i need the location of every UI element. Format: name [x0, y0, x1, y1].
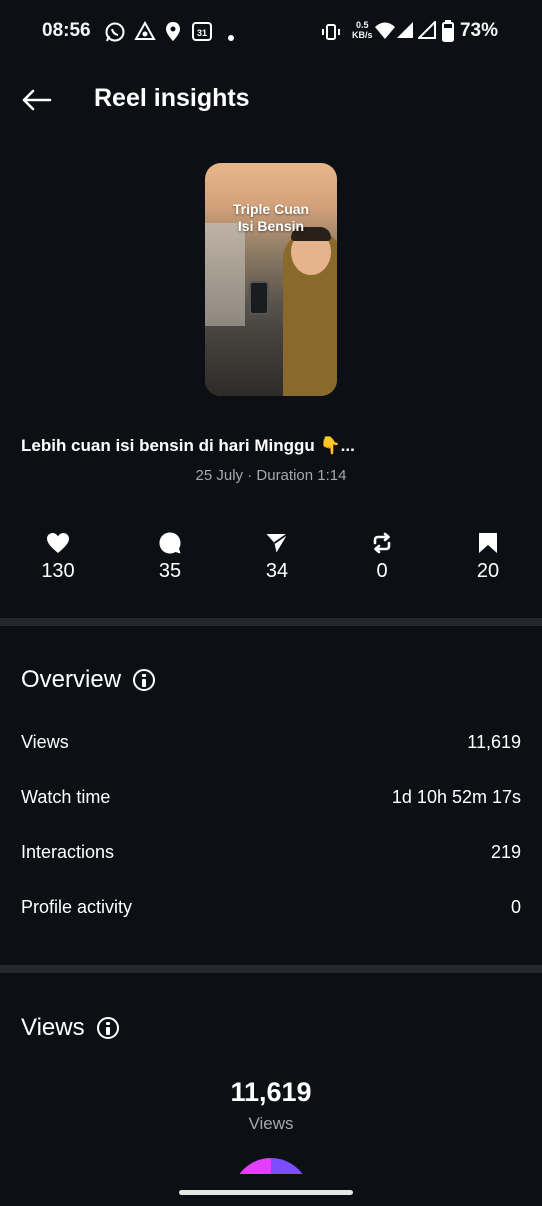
- status-time: 08:56: [42, 20, 91, 41]
- thumbnail-phone: [249, 281, 269, 315]
- stat-saves: 20: [448, 530, 528, 583]
- network-speed: 0.5 KB/s: [352, 20, 373, 40]
- overview-row-watch-time[interactable]: Watch time 1d 10h 52m 17s: [21, 787, 521, 808]
- whatsapp-icon: [104, 21, 126, 48]
- signal-icon-2: [416, 19, 436, 44]
- section-divider: [0, 965, 542, 973]
- views-label: Views: [248, 1114, 294, 1133]
- battery-percent: 73%: [459, 20, 498, 41]
- heart-icon: [47, 533, 69, 553]
- bookmark-icon: [479, 533, 497, 553]
- overview-heading: Overview: [21, 666, 156, 694]
- location-icon: [164, 21, 182, 48]
- stat-comments: 35: [130, 530, 210, 583]
- stat-reposts: 0: [342, 530, 422, 583]
- arrow-left-icon: [22, 89, 52, 111]
- vibrate-icon: [320, 21, 342, 48]
- overview-row-views[interactable]: Views 11,619: [21, 732, 521, 753]
- reel-meta: 25 July · Duration 1:14: [195, 467, 347, 484]
- page-title: Reel insights: [94, 84, 250, 112]
- views-heading: Views: [21, 1014, 119, 1042]
- app-header: Reel insights: [0, 62, 542, 138]
- wifi-icon: [374, 21, 396, 46]
- reel-thumbnail[interactable]: Triple Cuan Isi Bensin: [205, 163, 337, 396]
- stat-likes: 130: [18, 530, 98, 583]
- overview-row-profile-activity[interactable]: Profile activity 0: [21, 897, 521, 918]
- status-bar: 08:56 31 0.5 KB/s 73%: [0, 0, 542, 62]
- comment-icon: [159, 532, 181, 554]
- share-icon: [266, 533, 289, 553]
- section-divider: [0, 618, 542, 626]
- overview-row-interactions[interactable]: Interactions 219: [21, 842, 521, 863]
- back-button[interactable]: [16, 82, 56, 118]
- signal-icon: [396, 21, 414, 44]
- views-total: 11,619: [230, 1077, 312, 1107]
- views-donut-chart: [232, 1158, 310, 1174]
- reel-caption: Lebih cuan isi bensin di hari Minggu 👇..…: [21, 436, 355, 455]
- notification-dot-icon: [228, 28, 234, 46]
- thumbnail-text: Triple Cuan Isi Bensin: [232, 201, 310, 234]
- svg-text:31: 31: [197, 28, 207, 38]
- info-icon[interactable]: [96, 1017, 119, 1039]
- calendar-icon: 31: [191, 20, 213, 47]
- battery-icon: [442, 20, 454, 47]
- home-indicator[interactable]: [179, 1190, 353, 1195]
- info-icon[interactable]: [133, 669, 156, 691]
- repost-icon: [373, 532, 391, 554]
- stat-shares: 34: [237, 530, 317, 583]
- app-notification-icon: [134, 20, 156, 48]
